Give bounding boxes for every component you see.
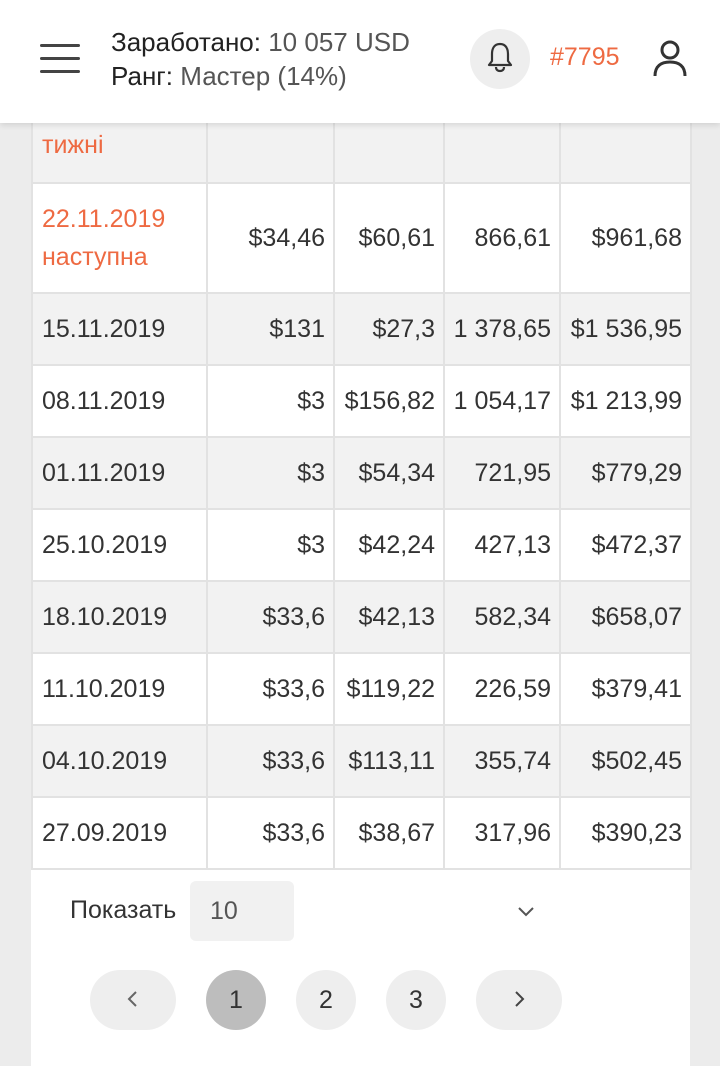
earned-value: 10 057 USD [268,27,410,57]
cell-c1: $3 [206,364,335,438]
date-cell: 18.10.2019 [31,580,208,654]
next-page-button[interactable] [476,970,562,1030]
cell-c2: $60,61 [333,182,445,294]
cell-c4: $1 213,99 [559,364,692,438]
cell-c2: $54,34 [333,436,445,510]
table-row: 25.10.2019 $3 $42,24 427,13 $472,37 [31,508,692,582]
prev-page-button[interactable] [90,970,176,1030]
chevron-right-icon [511,986,527,1015]
cell-c3: 582,34 [443,580,561,654]
cell-c3: 866,61 [443,182,561,294]
cell-c2: $42,24 [333,508,445,582]
menu-icon[interactable] [40,44,80,74]
notifications-button[interactable] [470,29,530,89]
earned-line: Заработано: 10 057 USD [111,27,410,58]
cell-c3: 1 054,17 [443,364,561,438]
table-row-next: 22.11.2019 наступна $34,46 $60,61 866,61… [31,182,692,294]
table-row: 18.10.2019 $33,6 $42,13 582,34 $658,07 [31,580,692,654]
cell-c4: $961,68 [559,182,692,294]
page-size-label: Показать [70,896,177,924]
date-cell: 11.10.2019 [31,652,208,726]
date-cell: 25.10.2019 [31,508,208,582]
table-row: 01.11.2019 $3 $54,34 721,95 $779,29 [31,436,692,510]
cell-c4: $658,07 [559,580,692,654]
cell-c2: $119,22 [333,652,445,726]
bell-icon [485,41,515,78]
date-cell: 04.10.2019 [31,724,208,798]
table-row: 04.10.2019 $33,6 $113,11 355,74 $502,45 [31,724,692,798]
rank-value: Мастер (14%) [180,61,347,91]
cell-c2: $113,11 [333,724,445,798]
cell-c3: 427,13 [443,508,561,582]
table-row: 08.11.2019 $3 $156,82 1 054,17 $1 213,99 [31,364,692,438]
page-size-select[interactable]: 10 [190,881,534,941]
page-size-value: 10 [210,897,238,925]
date-cell: 27.09.2019 [31,796,208,870]
table-row: 27.09.2019 $33,6 $38,67 317,96 $390,23 [31,796,692,870]
cell-c3: 355,74 [443,724,561,798]
cell-c2: $27,3 [333,292,445,366]
cell-c4: $779,29 [559,436,692,510]
table-row: 15.11.2019 $131 $27,3 1 378,65 $1 536,95 [31,292,692,366]
cell-c4: $1 536,95 [559,292,692,366]
page-1-button[interactable]: 1 [206,970,266,1030]
chevron-left-icon [125,986,141,1015]
page-3-button[interactable]: 3 [386,970,446,1030]
earned-label: Заработано: [111,27,261,57]
app-header: Заработано: 10 057 USD Ранг: Мастер (14%… [0,0,720,123]
next-period-date: 22.11.2019 [42,205,166,233]
earnings-table: тижні 22.11.2019 наступна $34,46 $60,61 … [31,108,692,870]
cell-c4: $379,41 [559,652,692,726]
cell-c1: $34,46 [206,182,335,294]
cell-c1: $131 [206,292,335,366]
cell-c3: 317,96 [443,796,561,870]
cell-c2: $42,13 [333,580,445,654]
table-row: 11.10.2019 $33,6 $119,22 226,59 $379,41 [31,652,692,726]
cell-c1: $33,6 [206,796,335,870]
cell-c3: 721,95 [443,436,561,510]
cell-c1: $33,6 [206,652,335,726]
cell-c2: $156,82 [333,364,445,438]
cell-c3: 1 378,65 [443,292,561,366]
cell-c4: $502,45 [559,724,692,798]
cell-c1: $3 [206,436,335,510]
next-period-cell: 22.11.2019 наступна [31,182,208,294]
cell-c1: $3 [206,508,335,582]
cell-c2: $38,67 [333,796,445,870]
next-period-note: наступна [42,243,148,271]
rank-label: Ранг: [111,61,174,91]
date-cell: 08.11.2019 [31,364,208,438]
cell-c4: $390,23 [559,796,692,870]
cell-c3: 226,59 [443,652,561,726]
date-cell: 01.11.2019 [31,436,208,510]
cell-c1: $33,6 [206,724,335,798]
page-2-button[interactable]: 2 [296,970,356,1030]
user-icon[interactable] [651,38,689,78]
cell-c1: $33,6 [206,580,335,654]
user-id-link[interactable]: #7795 [550,43,620,72]
rank-line: Ранг: Мастер (14%) [111,61,347,92]
date-cell: 15.11.2019 [31,292,208,366]
cell-c4: $472,37 [559,508,692,582]
